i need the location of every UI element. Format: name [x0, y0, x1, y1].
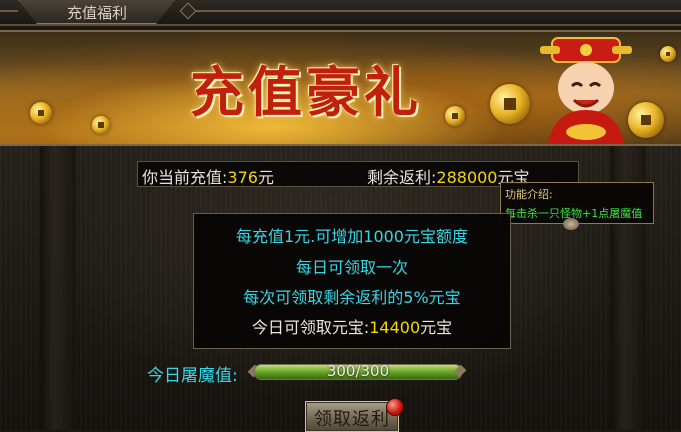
- claim-rebate-button-label: 领取返利: [314, 409, 390, 430]
- banner-title: 充值豪礼: [190, 60, 422, 124]
- demon-slaying-label: 今日屠魔值:: [147, 366, 238, 386]
- gold-coin-icon: [445, 106, 465, 126]
- remaining-rebate-value: 288000: [436, 168, 498, 187]
- title-deco-line: [0, 10, 18, 12]
- rules-box: 每充值1元.可增加1000元宝额度 每日可领取一次 每次可领取剩余返利的5%元宝…: [193, 213, 511, 349]
- today-claimable-line: 今日可领取元宝:14400元宝: [194, 314, 510, 338]
- current-recharge-label-text: 你当前充值:: [142, 168, 228, 187]
- recharge-banner: 充值豪礼: [0, 30, 681, 146]
- gold-coin-icon: [30, 102, 52, 124]
- rule-line-3: 每次可领取剩余返利的5%元宝: [243, 288, 461, 307]
- help-knob-icon[interactable]: [563, 218, 579, 230]
- feature-tooltip: 功能介绍: 每击杀一只怪物+1点屠魔值: [500, 182, 654, 224]
- stone-pillar-left: [40, 140, 76, 430]
- today-claimable-value: 14400: [369, 318, 421, 337]
- current-recharge-unit: 元: [257, 168, 274, 187]
- title-bar: 充值福利: [0, 0, 681, 26]
- rule-line-2: 每日可领取一次: [295, 258, 408, 277]
- claim-rebate-button[interactable]: 领取返利: [305, 401, 399, 432]
- gold-coin-icon: [490, 84, 530, 124]
- current-recharge-value: 376: [227, 168, 258, 187]
- gold-coin-icon: [92, 116, 110, 134]
- title-deco-diamond: [179, 2, 197, 20]
- tab-recharge-welfare[interactable]: 充值福利: [18, 0, 175, 24]
- current-recharge-label: 你当前充值:376元: [142, 164, 274, 188]
- today-claimable-label: 今日可领取元宝:: [251, 318, 370, 337]
- demon-slaying-progress-bar: 300/300: [254, 364, 462, 380]
- tooltip-title: 功能介绍:: [505, 188, 553, 201]
- remaining-rebate-label-text: 剩余返利:: [367, 168, 437, 187]
- rule-line-1: 每充值1元.可增加1000元宝额度: [236, 227, 468, 246]
- today-claimable-unit: 元宝: [420, 318, 453, 337]
- god-of-wealth-icon: [540, 37, 632, 144]
- red-notification-dot: [386, 398, 404, 416]
- title-deco-line: [196, 10, 681, 12]
- gold-coin-icon: [660, 46, 676, 62]
- progress-text: 300/300: [326, 364, 390, 380]
- tab-label: 充值福利: [67, 4, 128, 22]
